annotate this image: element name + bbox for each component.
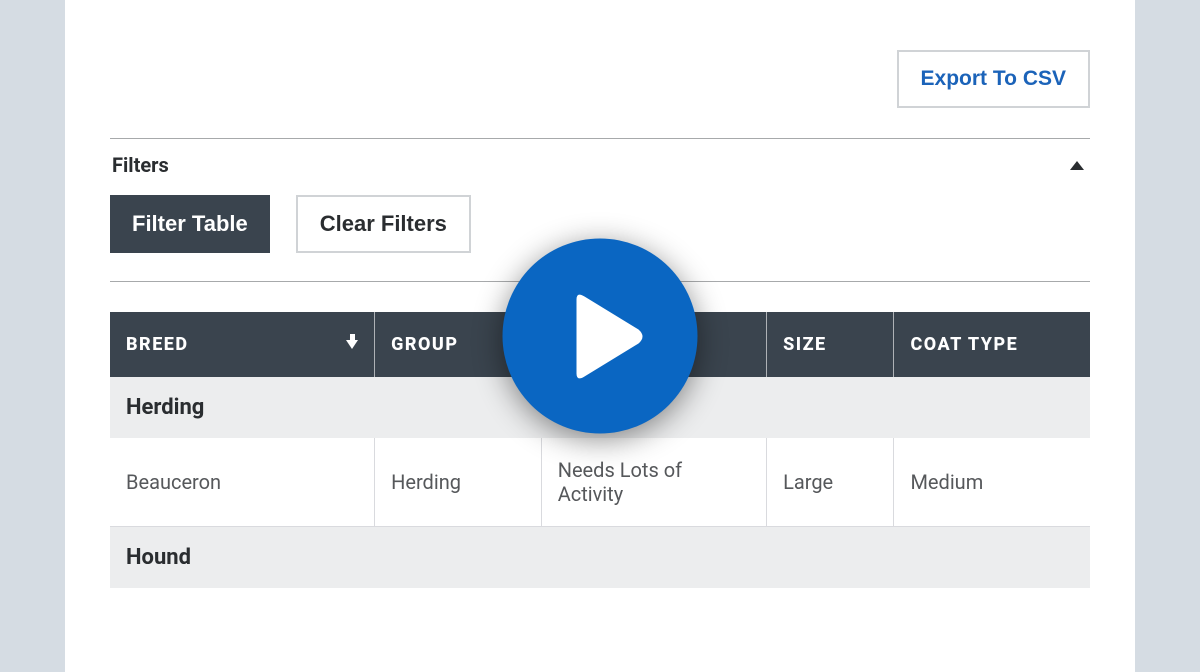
header-coat-type-label: COAT TYPE	[910, 334, 1018, 355]
cell-coat: Medium	[894, 438, 1090, 527]
table-row[interactable]: Beauceron Herding Needs Lots of Activity…	[110, 438, 1090, 527]
play-button[interactable]	[503, 239, 698, 434]
header-coat-type[interactable]: COAT TYPE	[894, 312, 1090, 377]
group-row-hound: Hound	[110, 527, 1090, 589]
header-group-label: GROUP	[391, 334, 458, 355]
header-size[interactable]: SIZE	[767, 312, 894, 377]
header-size-label: SIZE	[783, 334, 827, 355]
collapse-up-icon[interactable]	[1070, 161, 1084, 170]
cell-breed: Beauceron	[110, 438, 375, 527]
clear-filters-button[interactable]: Clear Filters	[296, 195, 471, 253]
sort-down-icon[interactable]	[346, 340, 358, 349]
cell-level: Needs Lots of Activity	[541, 438, 766, 527]
header-breed[interactable]: BREED	[110, 312, 375, 377]
export-row: Export To CSV	[110, 50, 1090, 108]
group-label: Hound	[110, 527, 1090, 589]
cell-size: Large	[767, 438, 894, 527]
export-csv-button[interactable]: Export To CSV	[897, 50, 1090, 108]
filter-table-button[interactable]: Filter Table	[110, 195, 270, 253]
header-breed-label: BREED	[126, 334, 189, 355]
play-icon	[566, 291, 646, 381]
cell-group: Herding	[375, 438, 542, 527]
filters-title: Filters	[112, 153, 169, 177]
filters-header[interactable]: Filters	[110, 139, 1090, 189]
